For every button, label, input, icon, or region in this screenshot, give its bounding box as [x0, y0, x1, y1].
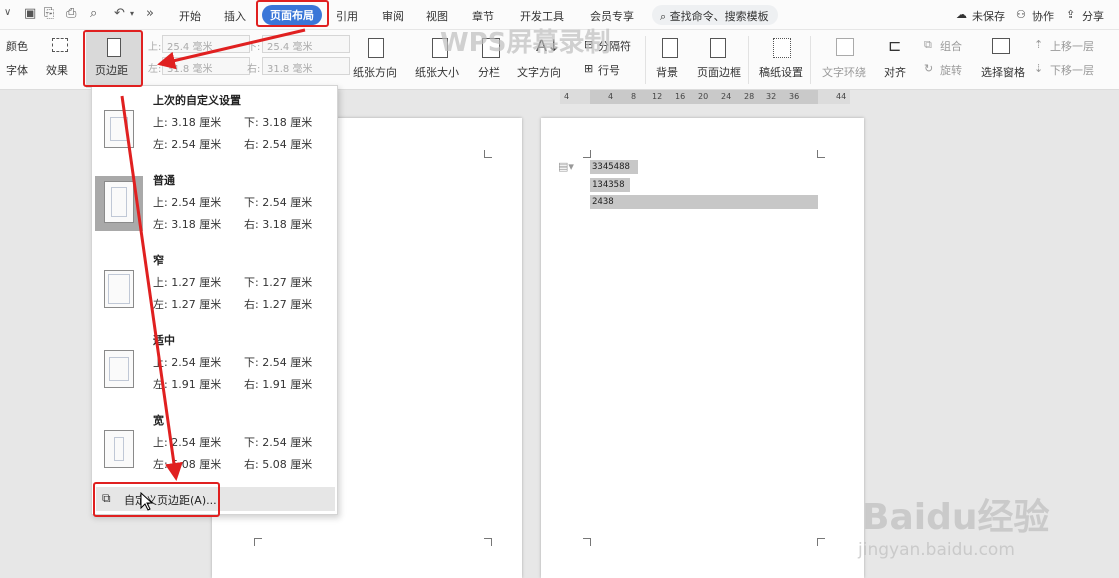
mouse-cursor-icon [140, 492, 154, 511]
wps-recording-watermark: WPS屏幕录制 [440, 28, 611, 58]
baidu-watermark: Baidu经验 [862, 497, 1050, 538]
arrow-to-margins [157, 28, 306, 70]
baidu-url-watermark: jingyan.baidu.com [858, 540, 1015, 560]
arrow-to-custom-margins [120, 95, 183, 481]
